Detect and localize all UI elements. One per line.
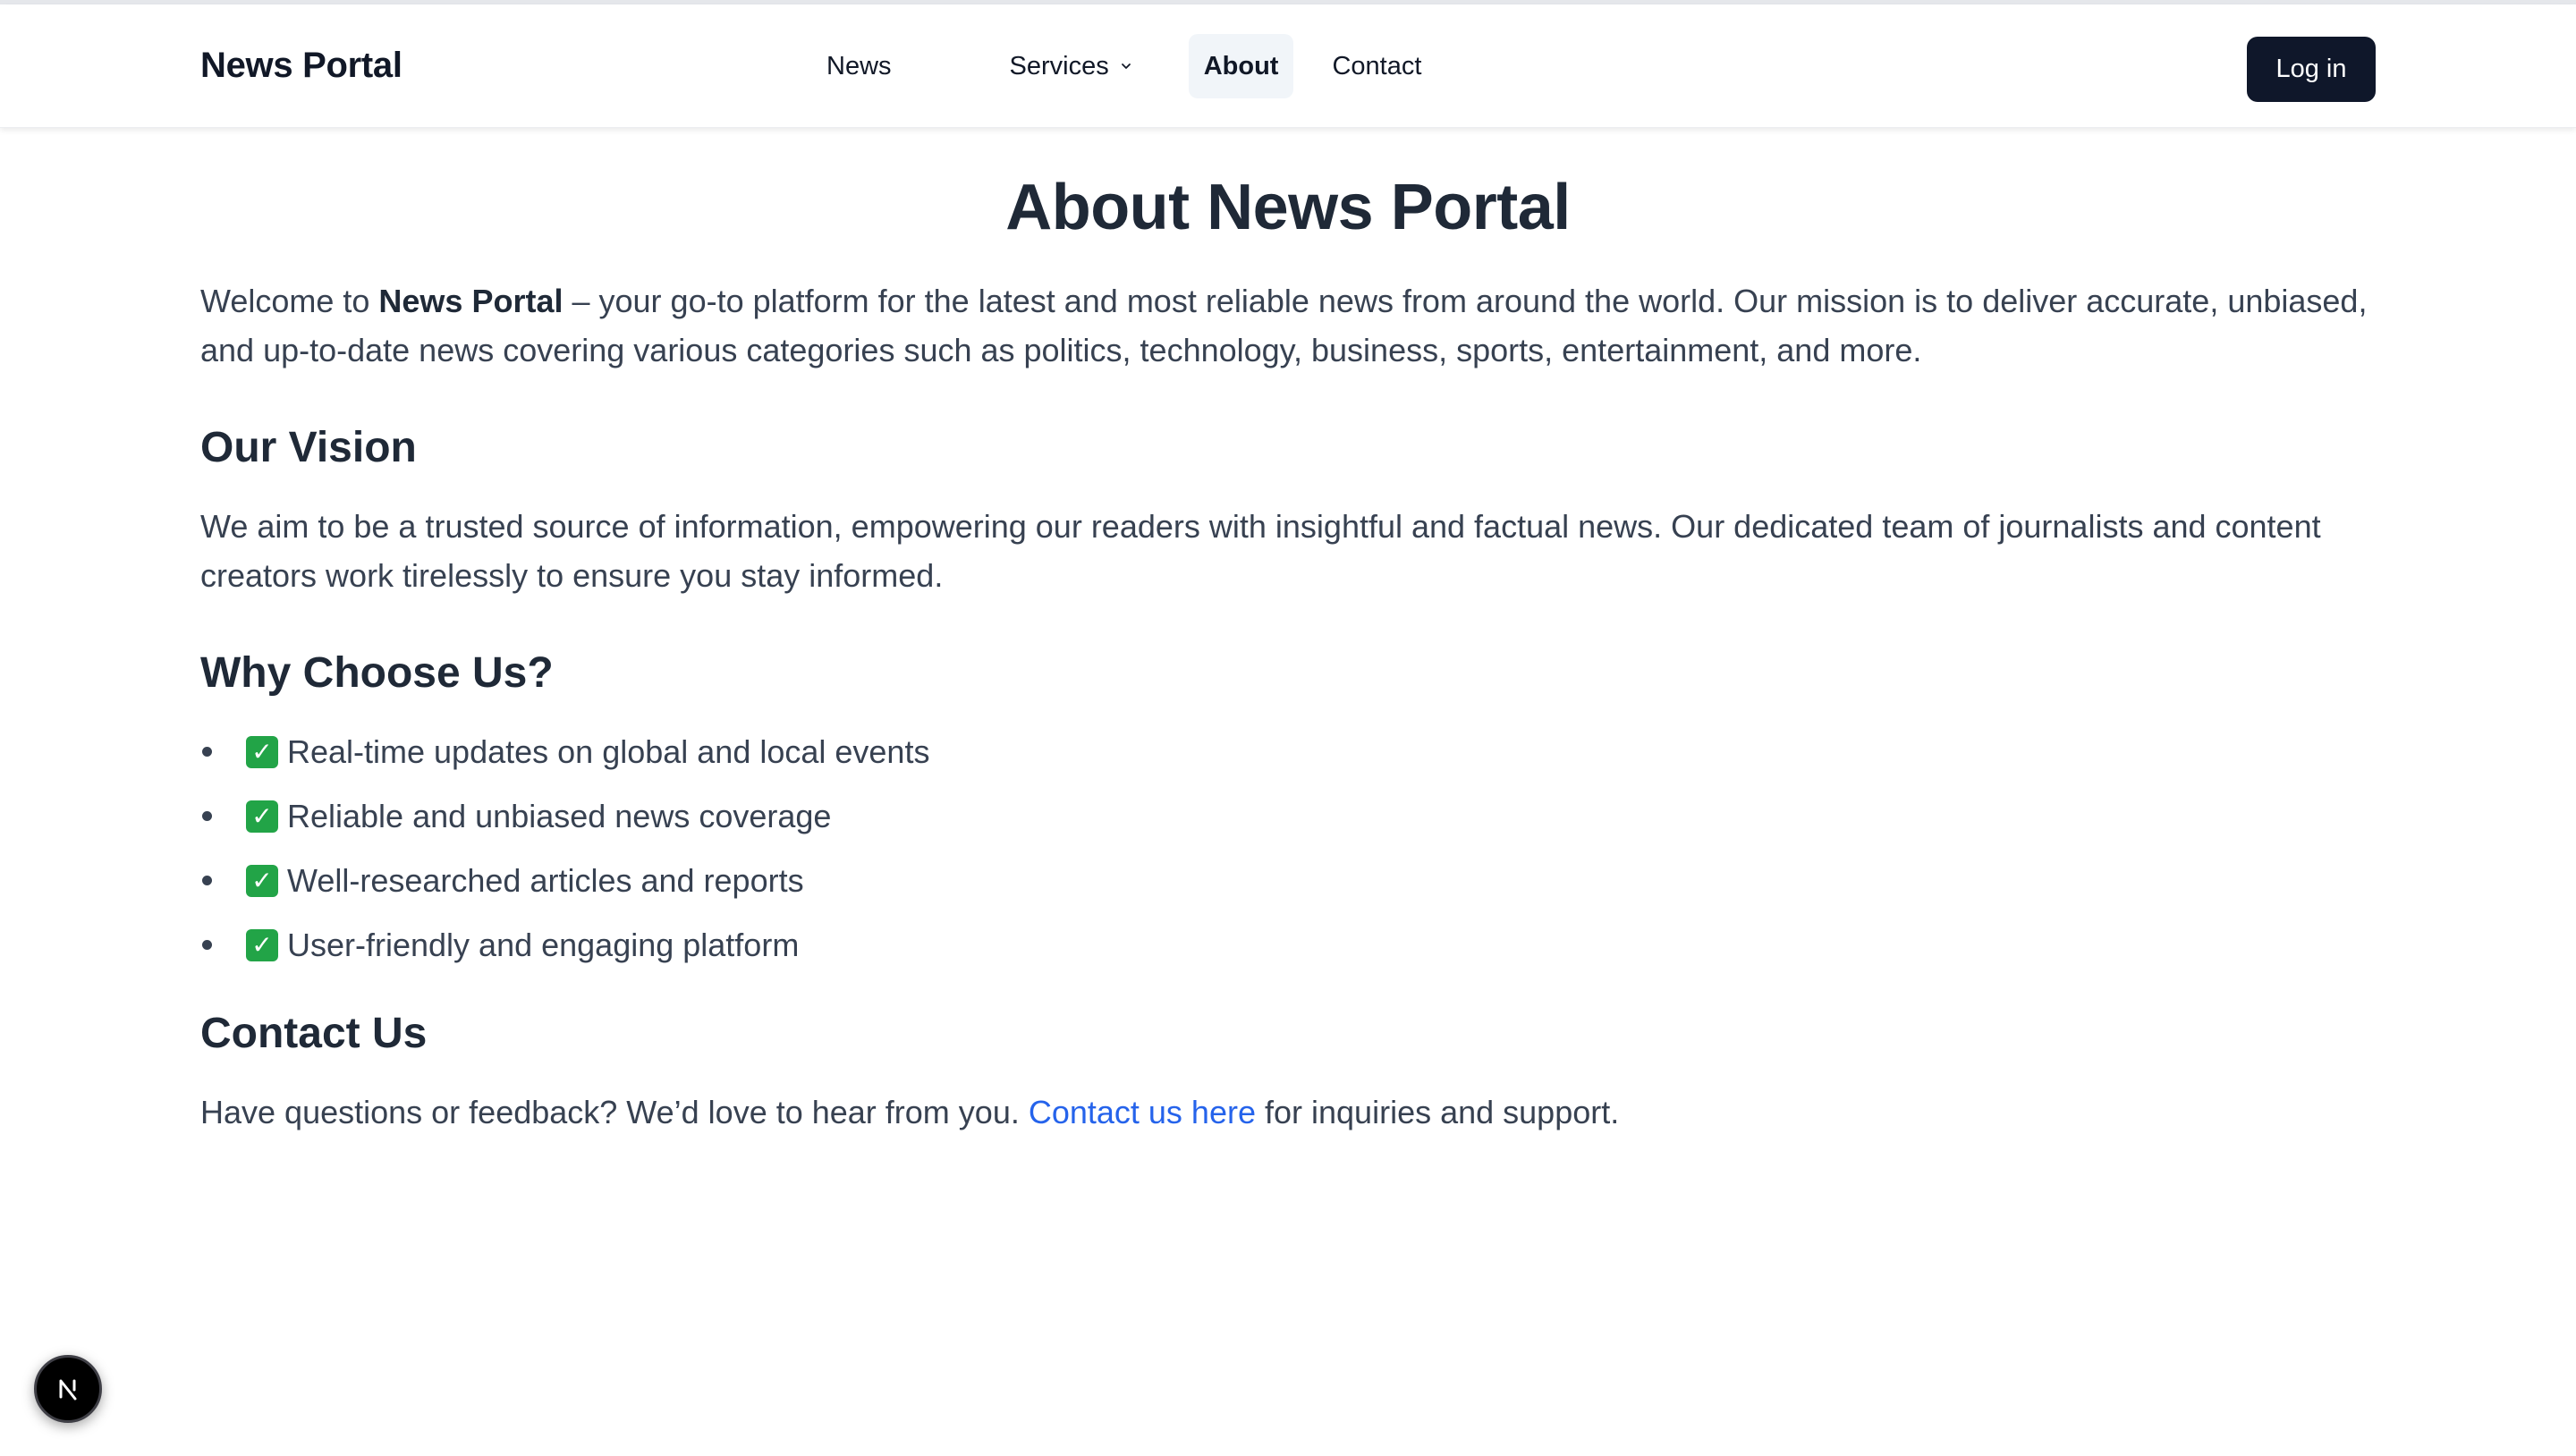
site-header: News Portal News Services About Contact … bbox=[0, 4, 2576, 128]
why-heading: Why Choose Us? bbox=[200, 649, 554, 697]
site-brand[interactable]: News Portal bbox=[200, 46, 402, 86]
bullet-dot bbox=[202, 747, 212, 757]
intro-brand: News Portal bbox=[378, 283, 564, 319]
check-mark-icon: ✓ bbox=[246, 864, 278, 897]
nav-item-services-label: Services bbox=[1009, 51, 1109, 80]
nav-item-about[interactable]: About bbox=[1188, 34, 1294, 98]
list-item: ✓ User-friendly and engaging platform bbox=[200, 920, 2376, 969]
bullet-dot bbox=[202, 811, 212, 821]
check-mark-icon: ✓ bbox=[246, 800, 278, 833]
vision-heading: Our Vision bbox=[200, 424, 417, 471]
main-nav: News Services About Contact bbox=[811, 34, 1436, 98]
list-item-text: Reliable and unbiased news coverage bbox=[287, 798, 832, 834]
list-item-text: Well-researched articles and reports bbox=[287, 862, 804, 899]
login-button[interactable]: Log in bbox=[2247, 37, 2376, 102]
nav-item-contact[interactable]: Contact bbox=[1317, 34, 1436, 98]
list-item: ✓ Well-researched articles and reports bbox=[200, 856, 2376, 905]
bullet-dot bbox=[202, 940, 212, 950]
contact-paragraph: Have questions or feedback? We’d love to… bbox=[200, 1088, 2376, 1137]
bullet-dot bbox=[202, 876, 212, 885]
vision-paragraph: We aim to be a trusted source of informa… bbox=[200, 508, 2321, 594]
intro-paragraph: Welcome to News Portal – your go-to plat… bbox=[200, 276, 2376, 375]
contact-suffix: for inquiries and support. bbox=[1256, 1094, 1620, 1130]
page-title: About News Portal bbox=[1005, 172, 1571, 243]
about-content: About News Portal Welcome to News Portal… bbox=[200, 128, 2376, 1137]
check-mark-icon: ✓ bbox=[246, 735, 278, 768]
intro-prefix: Welcome to bbox=[200, 283, 379, 319]
nav-item-services[interactable]: Services bbox=[995, 34, 1148, 98]
dev-tools-button[interactable] bbox=[34, 1355, 102, 1423]
why-list: ✓ Real-time updates on global and local … bbox=[200, 727, 2376, 969]
contact-heading: Contact Us bbox=[200, 1010, 428, 1057]
list-item-text: Real-time updates on global and local ev… bbox=[287, 733, 930, 770]
chevron-down-icon bbox=[1121, 63, 1131, 69]
contact-prefix: Have questions or feedback? We’d love to… bbox=[200, 1094, 1029, 1130]
nav-item-news[interactable]: News bbox=[811, 34, 907, 98]
check-mark-icon: ✓ bbox=[246, 928, 278, 961]
list-item: ✓ Reliable and unbiased news coverage bbox=[200, 791, 2376, 841]
contact-link[interactable]: Contact us here bbox=[1029, 1094, 1256, 1130]
list-item: ✓ Real-time updates on global and local … bbox=[200, 727, 2376, 776]
list-item-text: User-friendly and engaging platform bbox=[287, 927, 800, 963]
nextjs-logo-icon bbox=[59, 1379, 77, 1401]
